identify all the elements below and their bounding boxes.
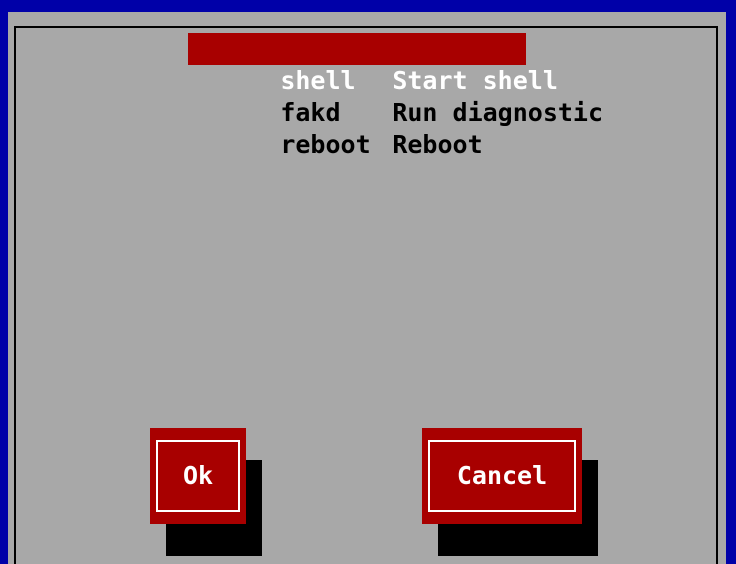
menu-item-fakd[interactable]: fakd Run diagnostic [188, 65, 603, 127]
ok-button-label: Ok [182, 461, 214, 490]
menu-item-key: reboot [280, 130, 371, 159]
cancel-button-label: Cancel [456, 461, 548, 490]
cancel-button-frame: Cancel [428, 440, 576, 512]
ok-button-frame: Ok [156, 440, 240, 512]
cancel-button[interactable]: Cancel [422, 428, 582, 524]
menu-item-reboot[interactable]: reboot Reboot [188, 97, 526, 159]
options-menu: shell Start shell fakd Run diagnostic rebo… [188, 33, 603, 159]
menu-item-description: Reboot [392, 130, 483, 159]
menu-item-shell[interactable]: shell Start shell [188, 33, 558, 95]
text-mode-screen: shell Start shell fakd Run diagnostic rebo… [0, 0, 736, 564]
ok-button[interactable]: Ok [150, 428, 246, 524]
